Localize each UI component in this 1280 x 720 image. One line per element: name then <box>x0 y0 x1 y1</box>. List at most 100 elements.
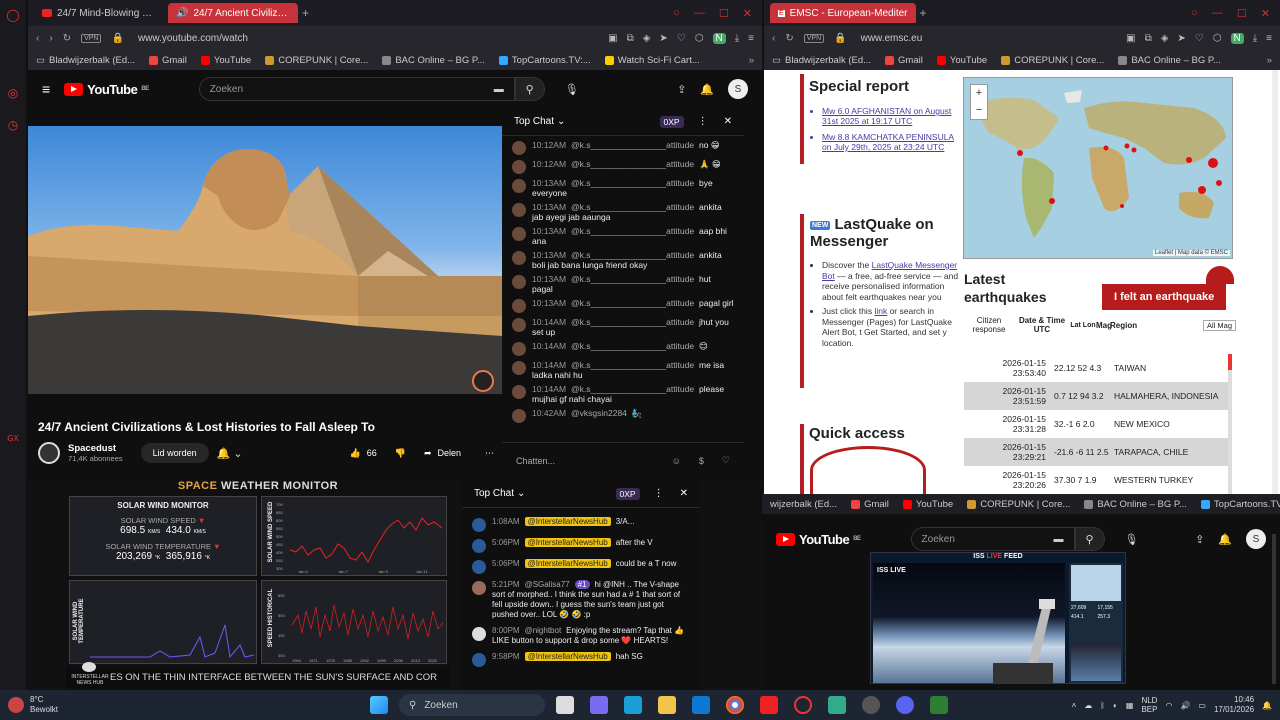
report-link-kamchatka[interactable]: Mw 8.8 KAMCHATKA PENINSULA on July 29th,… <box>822 132 962 152</box>
file-explorer-icon[interactable] <box>658 696 676 714</box>
maximize-button[interactable]: ☐ <box>719 7 729 20</box>
chat-username[interactable]: @k.s________________attitude <box>571 341 694 351</box>
history-icon[interactable]: ◷ <box>6 118 20 132</box>
points-badge[interactable]: 0XP <box>615 487 640 500</box>
points-badge[interactable]: 0XP <box>659 115 684 128</box>
more-bookmarks-icon[interactable]: » <box>749 55 754 66</box>
bookmark-scifi[interactable]: Watch Sci-Fi Cart... <box>604 55 700 66</box>
space-weather-stream[interactable]: SPACE WEATHER MONITOR SOLAR WIND MONITOR… <box>66 480 450 690</box>
share-button[interactable]: Delen <box>437 448 461 458</box>
send-icon[interactable]: ➤ <box>1177 33 1185 44</box>
video-player[interactable] <box>28 126 502 394</box>
chat-message[interactable]: 10:14AM @k.s________________attitude me is… <box>502 358 744 382</box>
volume-icon[interactable]: 🔊 <box>1180 701 1190 710</box>
url-field[interactable]: www.emsc.eu <box>861 33 923 44</box>
chat-username[interactable]: @InterstellarNewsHub <box>524 559 611 568</box>
menu-icon[interactable]: ≡ <box>1266 33 1272 44</box>
maximize-button[interactable]: ☐ <box>1237 7 1247 20</box>
windows-start-icon[interactable] <box>370 696 388 714</box>
heart-icon[interactable]: ♡ <box>677 33 686 44</box>
chevron-down-icon[interactable]: ⌄ <box>557 116 565 127</box>
chat-mode-selector[interactable]: Top Chat <box>514 116 554 127</box>
opera-icon[interactable]: ◯ <box>6 8 20 22</box>
gx-icon[interactable]: GX <box>6 432 20 446</box>
chrome-icon[interactable] <box>726 696 744 714</box>
emoji-icon[interactable]: ☺ <box>672 456 681 466</box>
microphone-icon[interactable]: 🎙 <box>565 83 579 96</box>
like-icon[interactable]: 👍 <box>349 448 360 459</box>
chat-avatar[interactable] <box>512 141 526 155</box>
chat-avatar[interactable] <box>512 160 526 174</box>
bell-icon[interactable]: 🔔 <box>1218 533 1232 546</box>
map-zoom-out[interactable]: − <box>971 102 987 119</box>
opera-gx-icon[interactable] <box>794 696 812 714</box>
youtube-logo[interactable]: YouTube BE <box>776 532 861 547</box>
snapshot-icon[interactable]: ⧉ <box>1145 33 1152 44</box>
chat-message[interactable]: 10:12AM @k.s________________attitude 🙏 😁 <box>502 157 744 176</box>
magnitude-filter[interactable]: All Mag <box>1202 319 1236 331</box>
back-icon[interactable]: ‹ <box>772 33 775 44</box>
hamburger-icon[interactable]: ≡ <box>42 81 50 97</box>
chat-username[interactable]: @k.s________________attitude <box>571 202 694 212</box>
chat-avatar[interactable] <box>512 179 526 193</box>
microphone-icon[interactable]: 🎙 <box>1125 533 1139 546</box>
bookmark-bac[interactable]: BAC Online – BG P... <box>1084 499 1187 510</box>
bookmark-youtube[interactable]: YouTube <box>936 55 987 66</box>
tray-chevron-icon[interactable]: ˄ <box>1072 701 1077 710</box>
table-row[interactable]: 2026-01-15 23:20:26 37.30 7 1.9 WESTERN TUR… <box>964 466 1228 494</box>
excel-icon[interactable] <box>930 696 948 714</box>
chat-username[interactable]: @vksgsin2284 <box>571 408 627 418</box>
chat-avatar[interactable] <box>512 299 526 313</box>
keyboard-icon[interactable]: ▬ <box>1054 534 1064 545</box>
chat-username[interactable]: @k.s________________attitude <box>571 140 694 150</box>
chat-avatar[interactable] <box>512 318 526 332</box>
chat-message[interactable]: 10:13AM @k.s________________attitude ankit… <box>502 200 744 224</box>
join-button[interactable]: Lid worden <box>140 443 209 463</box>
map-zoom-in[interactable]: + <box>971 85 987 102</box>
chat-username[interactable]: @k.s________________attitude <box>571 159 694 169</box>
search-input[interactable]: Zoeken ▬ <box>198 77 515 101</box>
bookmark-folder[interactable]: wijzerbalk (Ed... <box>770 499 837 510</box>
chat-username[interactable]: @InterstellarNewsHub <box>524 538 611 547</box>
table-row[interactable]: 2026-01-15 23:31:28 32.-1 6 2.0 NEW MEXICO <box>964 410 1228 438</box>
forward-icon[interactable]: › <box>49 33 52 44</box>
chat-message[interactable]: 10:14AM @k.s________________attitude pleas… <box>502 382 744 406</box>
tray-app-icon[interactable]: ◐ <box>1113 701 1118 710</box>
chat-username[interactable]: @SGalisa77 <box>525 580 570 589</box>
scrollbar[interactable] <box>1272 534 1276 684</box>
table-row[interactable]: 2026-01-15 23:53:40 22.12 52 4.3 TAIWAN <box>964 354 1228 382</box>
camera-icon[interactable]: ▣ <box>1126 33 1135 44</box>
send-icon[interactable]: ➤ <box>659 33 667 44</box>
search-input[interactable]: Zoeken ▬ <box>910 527 1075 551</box>
chat-avatar[interactable] <box>512 227 526 241</box>
weather-widget[interactable]: 8°C Bewolkt <box>0 695 120 715</box>
bookmark-bac[interactable]: BAC Online – BG P... <box>1118 55 1221 66</box>
more-bookmarks-icon[interactable]: » <box>1267 55 1272 66</box>
close-icon[interactable]: ✕ <box>724 116 732 127</box>
chat-message[interactable]: 5:06PM @InterstellarNewsHub could be a T n… <box>462 556 700 577</box>
settings-icon[interactable] <box>862 696 880 714</box>
bookmark-bac[interactable]: BAC Online – BG P... <box>382 55 485 66</box>
battery-icon[interactable]: ▭ <box>1198 701 1206 710</box>
channel-name[interactable]: Spacedust <box>68 443 123 454</box>
chat-message[interactable]: 10:14AM @k.s________________attitude 😊 <box>502 339 744 358</box>
url-field[interactable]: www.youtube.com/watch <box>138 33 248 44</box>
chat-avatar[interactable] <box>512 275 526 289</box>
chat-username[interactable]: @nightbot <box>525 626 562 635</box>
chat-avatar[interactable] <box>472 653 486 667</box>
youtube-app-icon[interactable] <box>760 696 778 714</box>
chat-avatar[interactable] <box>472 627 486 641</box>
tab-space[interactable]: 24/7 Mind-Blowing Space <box>34 3 164 23</box>
close-button[interactable]: ✕ <box>743 7 752 20</box>
messenger-link[interactable]: link <box>874 306 887 316</box>
earthquake-map[interactable]: + − Leaflet | Map data © EMSC <box>963 77 1233 259</box>
table-row[interactable]: 2026-01-15 23:29:21 -21.6 -6 11 2.5 TARAPAC… <box>964 438 1228 466</box>
bookmark-youtube[interactable]: YouTube <box>902 499 953 510</box>
bluetooth-icon[interactable]: ᛒ <box>1100 701 1105 710</box>
page-scrollbar[interactable] <box>1272 70 1278 494</box>
profile-icon[interactable]: N <box>1230 32 1244 44</box>
bookmark-topcartoons[interactable]: TopCartoons.TV:... <box>1200 499 1280 510</box>
vpn-badge[interactable]: VPN <box>803 33 825 43</box>
bookmark-topcartoons[interactable]: TopCartoons.TV:... <box>498 55 591 66</box>
bookmark-gmail[interactable]: Gmail <box>885 55 923 66</box>
